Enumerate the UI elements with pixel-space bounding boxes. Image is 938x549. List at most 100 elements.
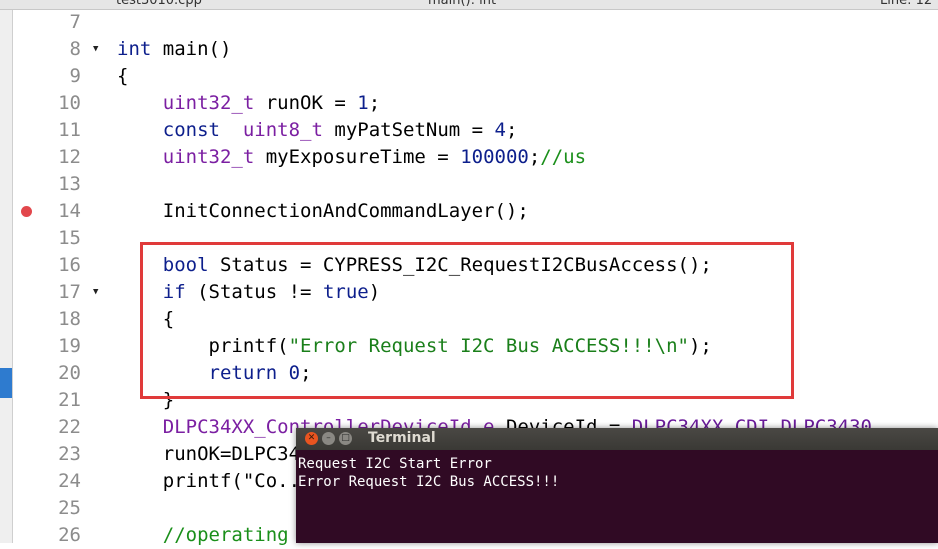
code-line[interactable]: bool Status = CYPRESS_I2C_RequestI2CBusA…	[117, 252, 712, 279]
gutter-line[interactable]: 11	[13, 117, 112, 144]
gutter-line[interactable]: 25	[13, 495, 112, 522]
breakpoint-icon[interactable]	[21, 206, 32, 217]
line-number: 17	[58, 281, 81, 303]
code-line[interactable]: InitConnectionAndCommandLayer();	[117, 198, 529, 225]
terminal-line: Request I2C Start Error	[298, 456, 492, 472]
line-number: 20	[58, 362, 81, 384]
line-number: 10	[58, 92, 81, 114]
code-token: bool	[162, 254, 209, 276]
code-token: )	[368, 281, 381, 303]
terminal-titlebar[interactable]: ✕ – □ Terminal	[296, 428, 938, 450]
terminal-output[interactable]: Request I2C Start Error Error Request I2…	[298, 455, 559, 491]
line-number: 15	[58, 227, 81, 249]
gutter-line[interactable]: 14	[13, 198, 112, 225]
code-line[interactable]: if (Status != true)	[117, 279, 380, 306]
gutter-line[interactable]: 15	[13, 225, 112, 252]
code-token: uint32_t	[162, 92, 266, 114]
side-panel-strip	[0, 10, 13, 543]
line-number: 12	[58, 146, 81, 168]
terminal-title: Terminal	[368, 430, 436, 446]
gutter-line[interactable]: 13	[13, 171, 112, 198]
line-number: 24	[58, 470, 81, 492]
gutter-line[interactable]: 23	[13, 441, 112, 468]
code-token: 0	[288, 362, 301, 384]
code-token: true	[322, 281, 369, 303]
code-token: }	[117, 389, 175, 411]
side-panel-marker[interactable]	[0, 368, 12, 398]
line-number: 25	[58, 497, 81, 519]
function-breadcrumb[interactable]: main(): int	[428, 0, 496, 8]
fold-arrow-icon[interactable]: ▼	[93, 36, 98, 63]
code-token: uint32_t	[162, 146, 266, 168]
gutter-line[interactable]: 12	[13, 144, 112, 171]
fold-arrow-icon[interactable]: ▼	[93, 279, 98, 306]
code-line[interactable]: uint32_t myExposureTime = 100000;//us	[117, 144, 586, 171]
gutter-line[interactable]: 24	[13, 468, 112, 495]
file-tab[interactable]: test3010.cpp	[116, 0, 202, 8]
close-icon[interactable]: ✕	[305, 432, 318, 445]
code-token: myPatSetNum =	[334, 119, 495, 141]
maximize-icon[interactable]: □	[339, 432, 352, 445]
code-line[interactable]: printf("Co...	[117, 468, 312, 495]
code-token: return	[208, 362, 278, 384]
code-line[interactable]: int main()	[117, 36, 231, 63]
gutter-line[interactable]: 19	[13, 333, 112, 360]
gutter-line[interactable]: 18	[13, 306, 112, 333]
line-number: 19	[58, 335, 81, 357]
gutter-line[interactable]: 7	[13, 9, 112, 36]
code-line[interactable]: }	[117, 387, 174, 414]
line-number: 9	[69, 65, 81, 87]
editor-tab-bar: test3010.cpp main(): int Line: 12	[0, 0, 938, 10]
gutter-line[interactable]: 20	[13, 360, 112, 387]
gutter-line[interactable]: 8 ▼	[13, 36, 112, 63]
code-token: //us	[540, 146, 587, 168]
code-token: (Status !=	[185, 281, 323, 303]
line-number: 14	[58, 200, 81, 222]
terminal-line: Error Request I2C Bus ACCESS!!!	[298, 474, 560, 490]
code-token: int	[117, 38, 163, 60]
code-line[interactable]: uint32_t runOK = 1;	[117, 90, 380, 117]
code-token: ;	[528, 146, 541, 168]
line-number: 18	[58, 308, 81, 330]
code-token: 1	[357, 92, 369, 114]
gutter-line[interactable]: 9	[13, 63, 112, 90]
code-token: {	[117, 65, 129, 87]
code-token: 4	[494, 119, 506, 141]
code-line[interactable]: {	[117, 306, 174, 333]
code-line[interactable]: printf("Error Request I2C Bus ACCESS!!!\…	[117, 333, 712, 360]
line-number: 8	[69, 38, 81, 60]
terminal-window[interactable]: ✕ – □ Terminal Request I2C Start Error E…	[296, 428, 938, 543]
code-line[interactable]: return 0;	[117, 360, 312, 387]
code-token: ;	[300, 362, 312, 384]
gutter-line[interactable]: 22	[13, 414, 112, 441]
code-line[interactable]: {	[117, 63, 128, 90]
code-token: InitConnectionAndCommandLayer();	[117, 200, 529, 222]
code-token: 100000	[460, 146, 529, 168]
code-token: printf("Co...	[117, 470, 312, 492]
gutter-line[interactable]: 21	[13, 387, 112, 414]
minimize-icon[interactable]: –	[322, 432, 335, 445]
line-number: 26	[58, 524, 81, 546]
line-number: 11	[58, 119, 81, 141]
gutter-line[interactable]: 16	[13, 252, 112, 279]
code-line[interactable]: const uint8_t myPatSetNum = 4;	[117, 117, 518, 144]
gutter-line[interactable]: 17 ▼	[13, 279, 112, 306]
gutter-line[interactable]: 26	[13, 522, 112, 549]
line-number: 13	[58, 173, 81, 195]
gutter-line[interactable]: 10	[13, 90, 112, 117]
line-number-gutter[interactable]: 7 8 ▼ 9 10 11 12 13 14 15 16 17 ▼ 18 19 20 21 22 23 24 25 26	[13, 9, 112, 546]
line-number: 23	[58, 443, 81, 465]
code-token: printf(	[117, 335, 289, 357]
code-token: const	[162, 119, 220, 141]
cursor-position: Line: 12	[880, 0, 933, 8]
code-token: uint8_t	[242, 119, 335, 141]
code-token: ;	[505, 119, 518, 141]
